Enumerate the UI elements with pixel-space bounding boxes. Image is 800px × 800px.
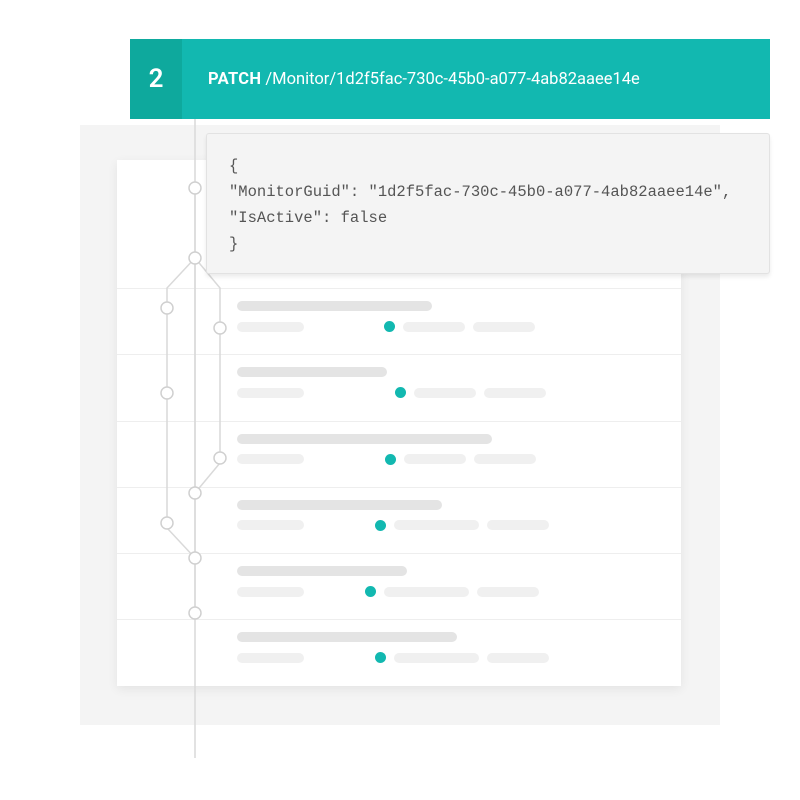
- placeholder-row: [237, 520, 681, 531]
- list-item: [117, 619, 681, 685]
- status-dot-icon: [375, 520, 386, 531]
- placeholder-bar: [237, 301, 432, 311]
- placeholder-bar: [237, 632, 457, 642]
- placeholder-bar: [237, 587, 304, 597]
- placeholder-bar: [237, 388, 304, 398]
- status-dot-icon: [365, 586, 376, 597]
- request-path: /Monitor/1d2f5fac-730c-45b0-a077-4ab82aa…: [265, 70, 639, 89]
- placeholder-bar: [237, 322, 304, 332]
- list-item: [117, 354, 681, 420]
- list-rows: [117, 288, 681, 686]
- placeholder-bar: [237, 434, 492, 444]
- placeholder-bar: [237, 500, 442, 510]
- placeholder-row: [237, 387, 681, 398]
- step-number-value: 2: [149, 64, 164, 94]
- placeholder-bar: [384, 587, 469, 597]
- placeholder-row: [237, 586, 681, 597]
- list-item: [117, 288, 681, 354]
- placeholder-bar: [237, 454, 304, 464]
- list-item: [117, 421, 681, 487]
- placeholder-bar: [237, 520, 304, 530]
- step-banner: 2 PATCH /Monitor/1d2f5fac-730c-45b0-a077…: [130, 39, 770, 119]
- placeholder-bar: [487, 653, 549, 663]
- placeholder-row: [237, 321, 681, 332]
- placeholder-row: [237, 454, 681, 465]
- placeholder-row: [237, 652, 681, 663]
- code-block: { "MonitorGuid": "1d2f5fac-730c-45b0-a07…: [206, 133, 770, 274]
- list-item: [117, 553, 681, 619]
- placeholder-bar: [487, 520, 549, 530]
- status-dot-icon: [385, 454, 396, 465]
- placeholder-bar: [237, 367, 387, 377]
- placeholder-bar: [237, 566, 407, 576]
- status-dot-icon: [375, 652, 386, 663]
- http-method: PATCH: [208, 70, 261, 89]
- placeholder-bar: [237, 653, 304, 663]
- status-dot-icon: [384, 321, 395, 332]
- step-number: 2: [130, 39, 182, 119]
- placeholder-bar: [403, 322, 465, 332]
- placeholder-bar: [404, 454, 466, 464]
- list-item: [117, 487, 681, 553]
- placeholder-bar: [394, 520, 479, 530]
- status-dot-icon: [395, 387, 406, 398]
- step-content: PATCH /Monitor/1d2f5fac-730c-45b0-a077-4…: [182, 39, 770, 119]
- placeholder-bar: [474, 454, 536, 464]
- placeholder-bar: [394, 653, 479, 663]
- placeholder-bar: [414, 388, 476, 398]
- placeholder-bar: [473, 322, 535, 332]
- placeholder-bar: [484, 388, 546, 398]
- placeholder-bar: [477, 587, 539, 597]
